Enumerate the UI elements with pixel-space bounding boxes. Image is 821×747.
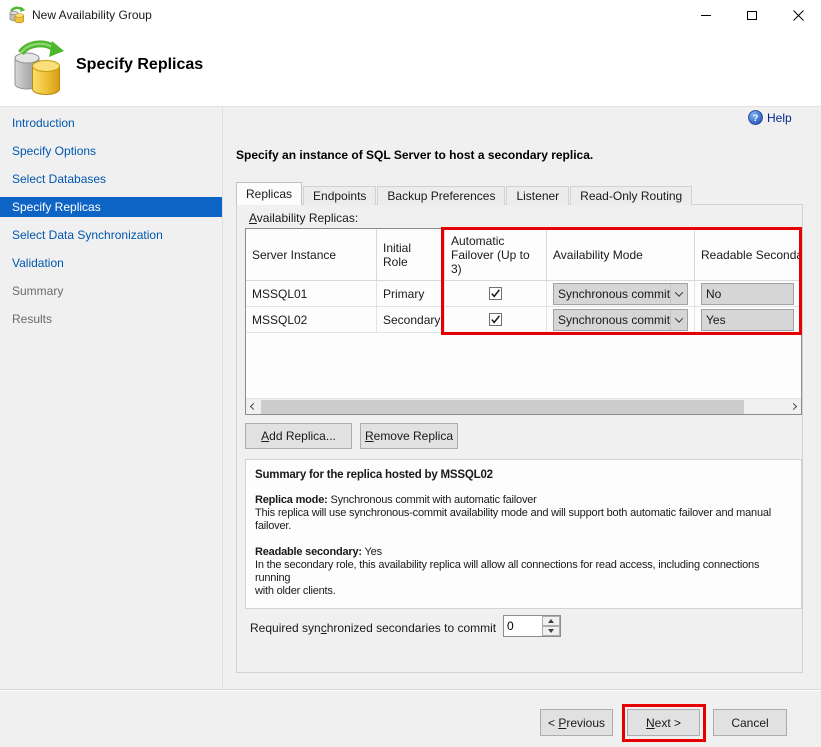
cancel-button[interactable]: Cancel: [713, 709, 787, 736]
availability-mode-dropdown[interactable]: Synchronous commit: [553, 283, 688, 305]
automatic-failover-cell: [445, 281, 547, 307]
checkmark-icon: [490, 314, 501, 325]
column-header-availability-mode: Availability Mode: [547, 229, 695, 281]
wizard-button-bar: < Previous Next > Cancel: [0, 689, 821, 747]
window-controls: [683, 0, 821, 30]
new-availability-group-window: { "window": { "title": "New Availability…: [0, 0, 821, 747]
tab-replicas[interactable]: Replicas: [236, 182, 302, 205]
remove-replica-button[interactable]: Remove Replica: [360, 423, 458, 449]
availability-mode-dropdown[interactable]: Synchronous commit: [553, 309, 688, 331]
column-header-automatic-failover: Automatic Failover (Up to 3): [445, 229, 547, 281]
page-title: Specify Replicas: [76, 56, 203, 74]
maximize-button[interactable]: [729, 0, 775, 30]
horizontal-scrollbar[interactable]: [246, 398, 801, 414]
initial-role-cell: Primary: [377, 281, 445, 307]
automatic-failover-checkbox[interactable]: [489, 287, 502, 300]
minimize-icon: [701, 15, 711, 16]
replicas-tab-page: Availability Replicas: Server Instance I…: [236, 204, 803, 673]
add-replica-button[interactable]: Add Replica...: [245, 423, 352, 449]
spinner-up-button[interactable]: [542, 616, 560, 626]
wizard-header: Specify Replicas: [0, 30, 821, 107]
column-header-initial-role: Initial Role: [377, 229, 445, 281]
help-label: Help: [767, 111, 792, 125]
window-title: New Availability Group: [32, 8, 152, 22]
sidebar-item-select-data-synchronization[interactable]: Select Data Synchronization: [0, 225, 222, 245]
readable-secondary-dropdown[interactable]: No: [701, 283, 794, 305]
readable-secondary-dropdown[interactable]: Yes: [701, 309, 794, 331]
replica-mode-desc: failover.: [255, 520, 792, 533]
close-icon: [793, 10, 804, 21]
chevron-left-icon: [250, 403, 257, 410]
required-secondaries-input[interactable]: [504, 616, 540, 636]
readable-secondary-desc: In the secondary role, this availability…: [255, 559, 792, 585]
chevron-right-icon: [790, 403, 797, 410]
wizard-steps-sidebar: Introduction Specify Options Select Data…: [0, 107, 223, 689]
replica-databases-icon: [10, 38, 66, 96]
replica-row-mssql01[interactable]: MSSQL01 Primary Synchronous commit No: [246, 281, 801, 307]
server-instance-cell: MSSQL02: [246, 307, 377, 333]
replica-row-mssql02[interactable]: MSSQL02 Secondary Synchronous commit Yes: [246, 307, 801, 333]
column-header-server-instance: Server Instance: [246, 229, 377, 281]
availability-mode-cell: Synchronous commit: [547, 307, 695, 333]
sidebar-item-specify-replicas[interactable]: Specify Replicas: [0, 197, 222, 217]
sidebar-item-validation[interactable]: Validation: [0, 253, 222, 273]
title-bar: New Availability Group: [0, 0, 821, 30]
readable-secondary-cell: Yes: [695, 307, 801, 333]
automatic-failover-cell: [445, 307, 547, 333]
required-secondaries-label: Required synchronized secondaries to com…: [250, 621, 496, 635]
initial-role-cell: Secondary: [377, 307, 445, 333]
app-icon: [8, 6, 26, 24]
automatic-failover-checkbox[interactable]: [489, 313, 502, 326]
required-secondaries-spinner: [503, 615, 561, 637]
tab-endpoints[interactable]: Endpoints: [303, 186, 376, 205]
chevron-down-icon: [670, 310, 687, 330]
sidebar-item-introduction[interactable]: Introduction: [0, 113, 222, 133]
next-button[interactable]: Next >: [627, 709, 700, 736]
summary-title: Summary for the replica hosted by MSSQL0…: [255, 469, 792, 481]
scroll-left-button[interactable]: [246, 399, 261, 415]
sidebar-item-results: Results: [0, 309, 222, 329]
sidebar-item-specify-options[interactable]: Specify Options: [0, 141, 222, 161]
instruction-text: Specify an instance of SQL Server to hos…: [236, 148, 593, 162]
availability-replicas-label: Availability Replicas:: [249, 211, 358, 225]
tab-listener[interactable]: Listener: [506, 186, 569, 205]
tab-read-only-routing[interactable]: Read-Only Routing: [570, 186, 692, 205]
chevron-down-icon: [670, 284, 687, 304]
sidebar-item-select-databases[interactable]: Select Databases: [0, 169, 222, 189]
maximize-icon: [747, 11, 757, 20]
checkmark-icon: [490, 288, 501, 299]
help-icon: ?: [748, 110, 763, 125]
readable-secondary-cell: No: [695, 281, 801, 307]
help-link[interactable]: ? Help: [748, 110, 792, 125]
replica-mode-desc: This replica will use synchronous-commit…: [255, 507, 792, 520]
replica-mode-line: Replica mode: Synchronous commit with au…: [255, 494, 792, 507]
scrollbar-thumb[interactable]: [261, 400, 744, 414]
replica-summary-box: Summary for the replica hosted by MSSQL0…: [245, 459, 802, 609]
readable-secondary-desc: with older clients.: [255, 585, 792, 598]
server-instance-cell: MSSQL01: [246, 281, 377, 307]
scroll-right-button[interactable]: [786, 399, 801, 415]
tab-strip: Replicas Endpoints Backup Preferences Li…: [236, 182, 693, 205]
close-button[interactable]: [775, 0, 821, 30]
availability-replicas-grid: Server Instance Initial Role Automatic F…: [245, 228, 802, 415]
spinner-down-button[interactable]: [542, 626, 560, 636]
tab-backup-preferences[interactable]: Backup Preferences: [377, 186, 505, 205]
availability-mode-cell: Synchronous commit: [547, 281, 695, 307]
sidebar-item-summary: Summary: [0, 281, 222, 301]
minimize-button[interactable]: [683, 0, 729, 30]
triangle-up-icon: [548, 619, 554, 623]
readable-secondary-line: Readable secondary: Yes: [255, 546, 792, 559]
triangle-down-icon: [548, 629, 554, 633]
grid-header-row: Server Instance Initial Role Automatic F…: [246, 229, 801, 281]
column-header-readable-secondary: Readable Secondary: [695, 229, 801, 281]
svg-text:?: ?: [753, 113, 759, 124]
previous-button[interactable]: < Previous: [540, 709, 613, 736]
